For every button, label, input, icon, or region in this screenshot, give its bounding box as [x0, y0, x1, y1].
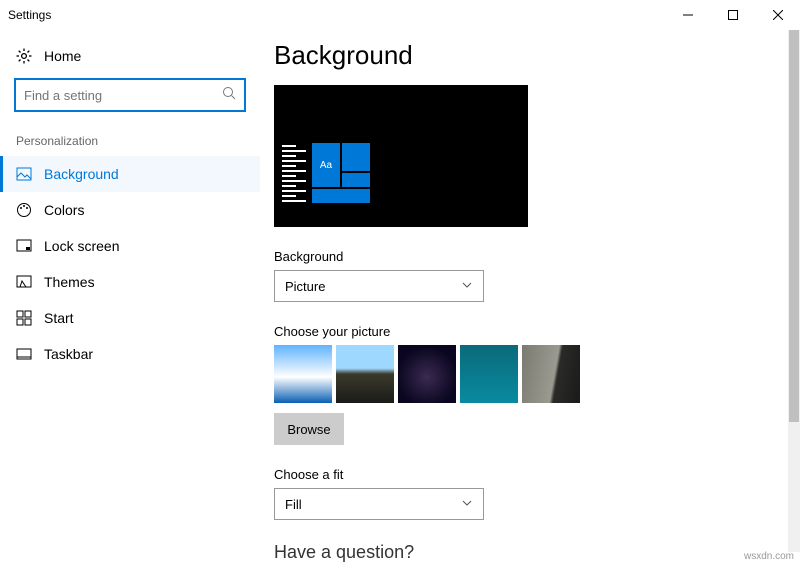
dropdown-value: Picture: [285, 279, 325, 294]
window-title: Settings: [8, 8, 51, 22]
fit-label: Choose a fit: [274, 467, 790, 482]
home-label: Home: [44, 48, 81, 64]
fit-dropdown[interactable]: Fill: [274, 488, 484, 520]
chevron-down-icon: [461, 279, 473, 294]
picture-thumbnails: [274, 345, 790, 403]
nav-label: Themes: [44, 274, 95, 290]
nav-label: Background: [44, 166, 119, 182]
picture-thumb-1[interactable]: [274, 345, 332, 403]
scrollbar[interactable]: [788, 30, 800, 552]
choose-picture-label: Choose your picture: [274, 324, 790, 339]
scrollbar-thumb[interactable]: [789, 30, 799, 422]
lockscreen-icon: [16, 238, 32, 254]
nav-item-colors[interactable]: Colors: [0, 192, 260, 228]
home-button[interactable]: Home: [0, 42, 260, 70]
watermark: wsxdn.com: [744, 551, 794, 562]
minimize-button[interactable]: [665, 0, 710, 30]
nav-item-themes[interactable]: Themes: [0, 264, 260, 300]
nav-label: Start: [44, 310, 74, 326]
browse-button[interactable]: Browse: [274, 413, 344, 445]
preview-start-list: [282, 143, 306, 203]
background-label: Background: [274, 249, 790, 264]
palette-icon: [16, 202, 32, 218]
picture-thumb-2[interactable]: [336, 345, 394, 403]
nav-label: Colors: [44, 202, 84, 218]
themes-icon: [16, 274, 32, 290]
taskbar-icon: [16, 346, 32, 362]
picture-thumb-5[interactable]: [522, 345, 580, 403]
chevron-down-icon: [461, 497, 473, 512]
desktop-preview: Aa: [274, 85, 528, 227]
maximize-button[interactable]: [710, 0, 755, 30]
nav-label: Lock screen: [44, 238, 119, 254]
picture-icon: [16, 166, 32, 182]
nav-item-taskbar[interactable]: Taskbar: [0, 336, 260, 372]
close-button[interactable]: [755, 0, 800, 30]
search-box[interactable]: [14, 78, 246, 112]
picture-thumb-4[interactable]: [460, 345, 518, 403]
preview-tiles: Aa: [312, 143, 370, 203]
background-dropdown[interactable]: Picture: [274, 270, 484, 302]
preview-tile-aa: Aa: [312, 143, 340, 187]
picture-thumb-3[interactable]: [398, 345, 456, 403]
search-icon: [222, 86, 236, 105]
nav-item-lockscreen[interactable]: Lock screen: [0, 228, 260, 264]
nav-label: Taskbar: [44, 346, 93, 362]
window-controls: [665, 0, 800, 30]
section-label: Personalization: [0, 130, 260, 156]
nav-item-background[interactable]: Background: [0, 156, 260, 192]
start-icon: [16, 310, 32, 326]
dropdown-value: Fill: [285, 497, 302, 512]
main-panel: Background Aa Background Picture Choose …: [260, 30, 800, 564]
page-title: Background: [274, 40, 790, 71]
sidebar: Home Personalization Background Colors L…: [0, 30, 260, 564]
nav-item-start[interactable]: Start: [0, 300, 260, 336]
search-input[interactable]: [24, 88, 222, 103]
question-heading: Have a question?: [274, 542, 790, 563]
gear-icon: [16, 48, 32, 64]
